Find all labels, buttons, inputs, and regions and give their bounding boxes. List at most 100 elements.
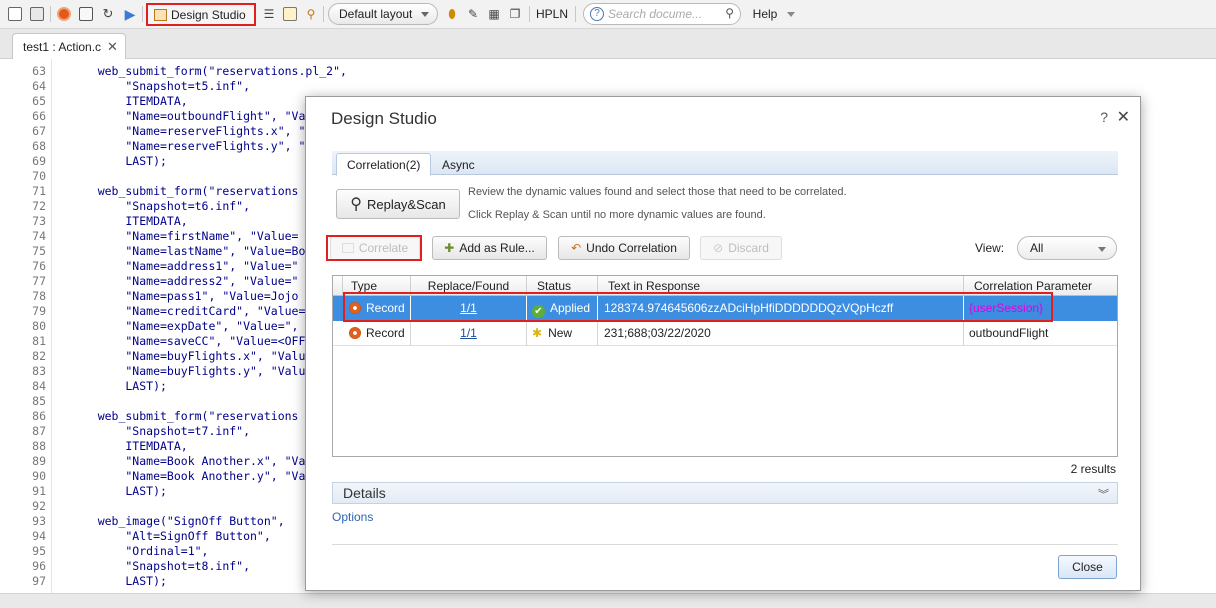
undo-correlation-button[interactable]: ↶ Undo Correlation	[558, 236, 690, 260]
compile-icon[interactable]	[77, 4, 95, 24]
results-count: 2 results	[1070, 462, 1116, 476]
line-number: 94	[32, 529, 46, 543]
column-header-text[interactable]: Text in Response	[598, 276, 964, 296]
cell-type: Record	[343, 296, 411, 321]
line-number: 63	[32, 64, 46, 78]
line-number: 89	[32, 454, 46, 468]
double-chevron-down-icon: ︾	[1098, 489, 1109, 501]
hpln-button[interactable]: HPLN	[534, 4, 570, 24]
replace-found-link[interactable]: 1/1	[460, 301, 477, 315]
add-rule-icon: ✚	[444, 241, 455, 255]
column-header-status[interactable]: Status	[527, 276, 598, 296]
close-button[interactable]: Close	[1058, 555, 1117, 579]
window-icon[interactable]: ❐	[506, 4, 524, 24]
column-header-type[interactable]: Type	[343, 276, 411, 296]
add-as-rule-label: Add as Rule...	[459, 241, 535, 255]
help-icon[interactable]: ?	[1100, 109, 1108, 125]
search-placeholder: Search docume...	[608, 7, 703, 21]
dialog-tabs: Correlation(2) Async	[332, 151, 1118, 176]
tab-action-c[interactable]: test1 : Action.c ✕	[12, 33, 126, 59]
run-icon[interactable]: ▶	[121, 4, 139, 24]
correlation-table: Type Replace/Found Status Text in Respon…	[332, 275, 1118, 457]
close-icon[interactable]: ✕	[1117, 107, 1130, 127]
bookmark-icon[interactable]: ⬮	[443, 4, 461, 24]
add-as-rule-button[interactable]: ✚ Add as Rule...	[432, 236, 547, 260]
tab-async[interactable]: Async	[432, 153, 485, 176]
code-text: "Name=reserveFlights.x", "	[70, 124, 306, 138]
snapshot-icon[interactable]	[281, 4, 299, 24]
line-number: 81	[32, 334, 46, 348]
code-text: LAST);	[70, 379, 167, 393]
pen-icon[interactable]: ✎	[464, 4, 482, 24]
code-text: web_submit_form("reservations.pl_2",	[70, 64, 347, 78]
layout-dropdown[interactable]: Default layout	[328, 3, 438, 25]
line-number: 87	[32, 424, 46, 438]
design-studio-dialog: Design Studio ? ✕ Correlation(2) Async ⚲…	[305, 96, 1141, 591]
view-value: All	[1030, 241, 1044, 255]
grid-icon[interactable]	[28, 4, 46, 24]
editor-tab-bar: test1 : Action.c ✕	[0, 29, 1216, 59]
code-line: 64 "Snapshot=t5.inf",	[0, 79, 1216, 94]
script-icon[interactable]	[6, 4, 24, 24]
search-docs-input[interactable]: ? Search docume... ⚲	[583, 3, 741, 25]
record-icon[interactable]	[55, 4, 73, 24]
replay-scan-button[interactable]: ⚲ Replay&Scan	[336, 189, 460, 219]
line-number: 91	[32, 484, 46, 498]
table-row[interactable]: Record 1/1 ✔ Applied 128374.974645606zzAD…	[333, 296, 1117, 321]
table-row[interactable]: Record 1/1 ✱ New 231;688;03/22/2020 outbo…	[333, 321, 1117, 346]
options-link[interactable]: Options	[332, 510, 373, 524]
replace-found-link[interactable]: 1/1	[460, 326, 477, 340]
code-text: "Snapshot=t6.inf",	[70, 199, 251, 213]
code-text: "Snapshot=t7.inf",	[70, 424, 251, 438]
line-number: 92	[32, 499, 46, 513]
line-number: 71	[32, 184, 46, 198]
discard-icon: ⊘	[713, 241, 724, 255]
line-number: 84	[32, 379, 46, 393]
code-text: "Name=reserveFlights.y", "	[70, 139, 306, 153]
help-menu[interactable]: Help	[748, 4, 782, 24]
search-parameters-icon[interactable]: ⚲	[302, 4, 320, 24]
code-text: "Name=creditCard", "Value=	[70, 304, 306, 318]
grid-layout-icon[interactable]: ▦	[485, 4, 503, 24]
correlate-button[interactable]: Correlate	[330, 236, 420, 260]
code-text: "Name=firstName", "Value=	[70, 229, 299, 243]
record-icon	[349, 327, 361, 339]
code-text: LAST);	[70, 574, 167, 588]
line-number: 64	[32, 79, 46, 93]
details-section-header[interactable]: Details ︾	[332, 482, 1118, 504]
correlate-label: Correlate	[358, 241, 409, 255]
line-number: 72	[32, 199, 46, 213]
horizontal-scrollbar[interactable]	[0, 593, 1216, 608]
details-label: Details	[343, 485, 386, 501]
line-number: 93	[32, 514, 46, 528]
line-number: 95	[32, 544, 46, 558]
correlate-icon	[341, 243, 354, 253]
tab-correlation[interactable]: Correlation(2)	[336, 153, 432, 176]
design-studio-button[interactable]: Design Studio	[146, 3, 256, 26]
magnifier-icon: ⚲	[350, 196, 362, 213]
cell-parameter: outboundFlight	[969, 326, 1049, 340]
cell-text: 231;688;03/22/2020	[598, 321, 964, 346]
table-header: Type Replace/Found Status Text in Respon…	[333, 276, 1117, 296]
discard-button[interactable]: ⊘ Discard	[700, 236, 782, 260]
list-icon[interactable]: ☰	[260, 4, 278, 24]
record-icon	[349, 302, 361, 314]
hint-text-2: Click Replay & Scan until no more dynami…	[468, 209, 766, 221]
code-text: web_submit_form("reservations	[70, 409, 299, 423]
column-header-parameter[interactable]: Correlation Parameter	[964, 276, 1117, 296]
hint-text-1: Review the dynamic values found and sele…	[468, 186, 847, 198]
code-text: "Name=expDate", "Value=",	[70, 319, 299, 333]
cell-replace-found: 1/1	[411, 296, 527, 321]
close-icon[interactable]: ✕	[107, 39, 118, 55]
help-chevron-icon[interactable]	[784, 4, 798, 24]
column-header-replace-found[interactable]: Replace/Found	[411, 276, 527, 296]
code-text: "Snapshot=t8.inf",	[70, 559, 251, 573]
code-text: "Name=address2", "Value="	[70, 274, 299, 288]
cell-status: ✱ New	[527, 321, 598, 346]
view-dropdown[interactable]: All	[1017, 236, 1117, 260]
code-text: "Ordinal=1",	[70, 544, 209, 558]
line-number: 79	[32, 304, 46, 318]
code-text: "Name=saveCC", "Value=<OFF	[70, 334, 306, 348]
replay-loop-icon[interactable]: ↻	[99, 4, 117, 24]
search-icon: ⚲	[725, 6, 734, 20]
